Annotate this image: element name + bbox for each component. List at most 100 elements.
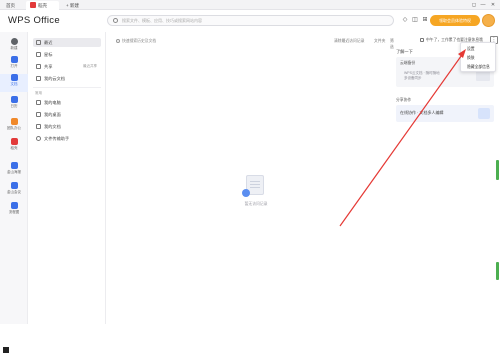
plus-icon [10, 38, 18, 45]
close-icon[interactable]: ✕ [489, 1, 497, 9]
rail-label: 日历 [10, 104, 18, 108]
sidebar-item-my-computer[interactable]: 我的电脑 [33, 98, 101, 107]
rail-label: 新建 [10, 46, 18, 50]
sidebar-item-starred[interactable]: 星标 [33, 50, 101, 59]
rail-label: 打开 [10, 64, 18, 68]
card-subtitle-line: 多设备同步 [404, 76, 422, 80]
collab-card[interactable]: 在线协作 · 文档多人编辑 [396, 105, 494, 122]
minimize-icon[interactable]: — [479, 1, 487, 9]
right-panel: 中午了，工作累了也要注意休息哦 ⋮ 了解一下 云端备份 WPS云文档 · 随时随… [396, 32, 500, 324]
sidebar-item-transfer[interactable]: 文件传输助手 [33, 134, 101, 143]
rail-poster[interactable]: 金山海报 [0, 162, 28, 180]
rail-label: 文档 [10, 82, 18, 86]
sidebar-item-meta: 最近共享 [83, 64, 97, 68]
options-menu: 设置 换肤 隐藏全部信息 [460, 42, 496, 72]
sidebar-item-label: 最近 [44, 40, 53, 45]
poster-icon [10, 162, 18, 169]
cloud-icon [36, 76, 41, 81]
tab-bar: 首页 稻壳 + 新建 ◻ — ✕ [0, 0, 500, 10]
search-placeholder: 搜索文件、模板、应用、技巧或搜索网站内容 [122, 18, 202, 23]
sidebar-item-recent[interactable]: 最近 [33, 38, 101, 47]
rail-label: 团队办公 [7, 126, 21, 130]
message-icon[interactable]: ◫ [411, 16, 419, 24]
scroll-marker [496, 262, 499, 280]
daoke-logo-icon [30, 2, 36, 8]
sidebar-item-my-docs[interactable]: 我的文档 [33, 122, 101, 131]
calendar-icon [10, 96, 18, 103]
wps-logo: WPS Office [8, 15, 60, 26]
computer-icon [36, 100, 41, 105]
card-subtitle-line: WPS云文档 · 随时随地 [404, 71, 440, 75]
restore-icon[interactable]: ◻ [470, 1, 478, 9]
sidebar-item-label: 我的云文档 [44, 76, 65, 81]
recent-hint[interactable]: 快速搜索历史及文档 [116, 38, 156, 44]
rail-label: 流程图 [8, 210, 20, 214]
sidebar-item-label: 星标 [44, 52, 53, 57]
menu-item-settings[interactable]: 设置 [461, 45, 495, 53]
flowchart-icon [10, 202, 18, 209]
sidebar-item-label: 我的电脑 [44, 100, 61, 105]
clear-history-button[interactable]: 清除最近访问记录 [334, 38, 364, 44]
team-icon [10, 118, 18, 125]
app-center-icon[interactable]: ⊞ [421, 16, 429, 24]
search-icon [116, 39, 120, 43]
empty-state-text: 暂无访问记录 [244, 202, 268, 206]
rail-label: 金山海报 [7, 170, 21, 174]
vip-button[interactable]: 领取会员体验特权 [430, 15, 480, 26]
menu-item-skin[interactable]: 换肤 [461, 54, 495, 62]
scroll-marker [496, 160, 499, 180]
sidebar-item-shared[interactable]: 共享 最近共享 [33, 62, 101, 71]
empty-state: 暂无访问记录 [242, 175, 268, 206]
sidebar-item-label: 我的文档 [44, 124, 61, 129]
collab-icon [478, 108, 490, 119]
folder-icon [36, 124, 41, 129]
sidebar-group-label: 常用 [35, 91, 42, 95]
sidebar-item-label: 我的桌面 [44, 112, 61, 117]
star-icon [36, 52, 41, 57]
card-title: 在线协作 · 文档多人编辑 [400, 110, 444, 115]
rail-documents[interactable]: 文档 [0, 74, 28, 92]
sidebar-item-desktop[interactable]: 我的桌面 [33, 110, 101, 119]
rail-new[interactable]: 新建 [0, 38, 28, 56]
skin-icon[interactable]: ◇ [401, 16, 409, 24]
rail-label: 金山会议 [7, 190, 21, 194]
document-icon [10, 74, 18, 81]
card-title: 云端备份 [400, 61, 416, 65]
desktop-icon [36, 112, 41, 117]
meeting-icon [10, 182, 18, 189]
sidebar-item-label: 共享 [44, 64, 53, 69]
header: WPS Office 搜索文件、模板、应用、技巧或搜索网站内容 ◇ ◫ ⊞ 领取… [0, 10, 500, 32]
clock-icon [36, 40, 41, 45]
empty-badge-icon [242, 189, 250, 197]
card-subtitle: WPS云文档 · 随时随地 多设备同步 [404, 71, 440, 81]
avatar[interactable] [482, 14, 495, 27]
share-icon [36, 64, 41, 69]
tab-daoke-label: 稻壳 [38, 3, 47, 8]
tab-daoke[interactable]: 稻壳 [26, 1, 59, 10]
new-tab-button[interactable]: + 新建 [62, 1, 88, 10]
menu-item-hide-all[interactable]: 隐藏全部信息 [461, 63, 495, 71]
rail-open[interactable]: 打开 [0, 56, 28, 74]
sidebar-item-label: 文件传输助手 [44, 136, 70, 141]
rail-calendar[interactable]: 日历 [0, 96, 28, 114]
sidebar-item-cloud[interactable]: 我的云文档 [33, 74, 101, 83]
tab-home[interactable]: 首页 [2, 1, 24, 10]
document-sidebar: 最近 星标 共享 最近共享 我的云文档 常用 我的电脑 我的桌面 我的文档 文件… [28, 32, 106, 324]
daoke-icon [10, 138, 18, 145]
rail-label: 稻壳 [10, 146, 18, 150]
sidebar-divider [33, 87, 101, 88]
folder-filter-button[interactable]: 文件夹 [374, 38, 385, 44]
panel-title: 了解一下 [396, 49, 413, 54]
wps-window: 首页 稻壳 + 新建 ◻ — ✕ WPS Office 搜索文件、模板、应用、技… [0, 0, 500, 324]
rail-meeting[interactable]: 金山会议 [0, 182, 28, 200]
search-icon [113, 18, 118, 23]
left-rail: 新建 打开 文档 日历 团队办公 稻壳 金山海报 金山会议 流程图 [0, 32, 28, 324]
section-label: 分享协作 [396, 98, 412, 102]
rail-team[interactable]: 团队办公 [0, 118, 28, 136]
rail-daoke[interactable]: 稻壳 [0, 138, 28, 156]
rail-flowchart[interactable]: 流程图 [0, 202, 28, 220]
sun-icon [420, 38, 424, 42]
search-input[interactable]: 搜索文件、模板、应用、技巧或搜索网站内容 [107, 15, 394, 26]
recent-hint-label: 快速搜索历史及文档 [122, 39, 157, 43]
transfer-icon [36, 136, 41, 141]
